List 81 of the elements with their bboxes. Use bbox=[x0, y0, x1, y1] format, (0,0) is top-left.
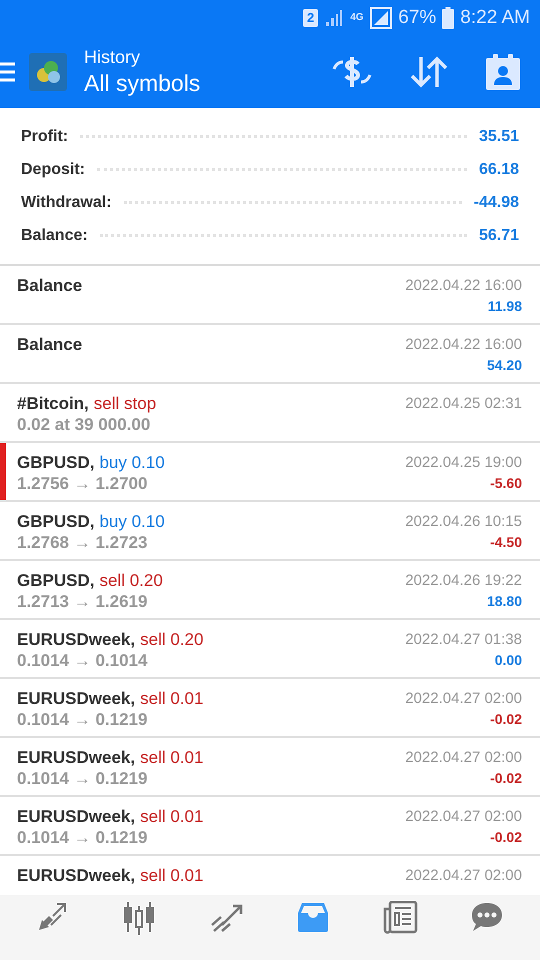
history-row[interactable]: GBPUSD, sell 0.20 1.2713 → 1.2619 2022.04.26 19:22 18.80 bbox=[0, 561, 540, 620]
history-row[interactable]: GBPUSD, buy 0.10 1.2756 → 1.2700 2022.04.25 19:00 -5.60 bbox=[0, 443, 540, 502]
history-row[interactable]: Balance 2022.04.22 16:00 54.20 bbox=[0, 325, 540, 384]
trade-details: 0.1014 → 0.1219 bbox=[17, 710, 148, 730]
summary-value: 56.71 bbox=[478, 226, 519, 246]
currency-exchange-icon[interactable] bbox=[332, 55, 372, 89]
summary-value: 66.18 bbox=[478, 160, 519, 180]
symbol-label: #Bitcoin, bbox=[17, 394, 89, 414]
trade-action: sell 0.01 bbox=[140, 689, 204, 709]
clock: 8:22 AM bbox=[460, 6, 530, 30]
trade-action: sell stop bbox=[94, 394, 156, 414]
history-row[interactable]: EURUSDweek, sell 0.20 0.1014 → 0.1014 2022.04.27 01:38 0.00 bbox=[0, 620, 540, 679]
symbol-label: EURUSDweek, bbox=[17, 748, 136, 768]
summary-value: -44.98 bbox=[474, 192, 519, 212]
timestamp: 2022.04.27 01:38 bbox=[405, 630, 522, 650]
profit-amount: -5.60 bbox=[490, 474, 522, 493]
timestamp: 2022.04.26 10:15 bbox=[405, 512, 522, 532]
summary-label: Deposit: bbox=[21, 160, 85, 180]
trade-details: 1.2713 → 1.2619 bbox=[17, 592, 148, 612]
trade-action: sell 0.20 bbox=[140, 630, 204, 650]
menu-icon[interactable] bbox=[0, 61, 16, 83]
screen-title: All symbols bbox=[84, 68, 200, 98]
timestamp: 2022.04.22 16:00 bbox=[405, 335, 522, 355]
summary-label: Withdrawal: bbox=[21, 192, 112, 212]
timestamp: 2022.04.25 02:31 bbox=[405, 394, 522, 414]
symbol-label: GBPUSD, bbox=[17, 453, 94, 473]
signal-icon bbox=[324, 9, 344, 27]
profit-amount: -0.02 bbox=[490, 828, 522, 847]
trade-details: 0.1014 → 0.1219 bbox=[17, 828, 148, 848]
symbol-label: Balance bbox=[17, 335, 82, 355]
symbol-label: Balance bbox=[17, 276, 82, 296]
profit-amount: -0.02 bbox=[490, 769, 522, 788]
trade-details: 0.1014 → 0.1014 bbox=[17, 651, 148, 671]
history-row[interactable]: EURUSDweek, sell 0.01 0.1014 → 0.1219 2022.04.27 02:00 -0.02 bbox=[0, 797, 540, 856]
timestamp: 2022.04.27 02:00 bbox=[405, 748, 522, 768]
newspaper-icon[interactable] bbox=[382, 901, 418, 935]
profit-amount: 54.20 bbox=[486, 356, 522, 375]
trade-details: 0.02 at 39 000.00 bbox=[17, 415, 152, 435]
app-logo-icon bbox=[29, 53, 67, 91]
profit-amount: -4.50 bbox=[490, 533, 522, 552]
trade-action: sell 0.01 bbox=[140, 866, 204, 886]
summary-value: 35.51 bbox=[478, 126, 519, 146]
trade-action: buy 0.10 bbox=[99, 453, 165, 473]
profit-amount: -0.02 bbox=[490, 710, 522, 729]
calendar-person-icon[interactable] bbox=[486, 54, 520, 90]
trade-action: buy 0.10 bbox=[99, 512, 165, 532]
battery-icon bbox=[442, 7, 454, 29]
sim-badge: 2 bbox=[303, 9, 318, 27]
symbol-label: EURUSDweek, bbox=[17, 689, 136, 709]
timestamp: 2022.04.26 19:22 bbox=[405, 571, 522, 591]
timestamp: 2022.04.27 02:00 bbox=[405, 807, 522, 827]
symbol-label: EURUSDweek, bbox=[17, 630, 136, 650]
trade-details: 1.2756 → 1.2700 bbox=[17, 474, 148, 494]
trade-details: 0.1014 → 0.1219 bbox=[17, 769, 148, 789]
profit-amount: 18.80 bbox=[486, 592, 522, 611]
network-label: 4G bbox=[350, 13, 364, 23]
sort-icon[interactable] bbox=[410, 55, 448, 89]
timestamp: 2022.04.22 16:00 bbox=[405, 276, 522, 296]
trade-action: sell 0.01 bbox=[140, 807, 204, 827]
timestamp: 2022.04.27 02:00 bbox=[405, 866, 522, 886]
summary-label: Balance: bbox=[21, 226, 88, 246]
history-row[interactable]: GBPUSD, buy 0.10 1.2768 → 1.2723 2022.04.26 10:15 -4.50 bbox=[0, 502, 540, 561]
summary-label: Profit: bbox=[21, 126, 68, 146]
history-row[interactable]: EURUSDweek, sell 0.01 0.1014 → 0.1219 2022.04.27 02:00 -0.02 bbox=[0, 679, 540, 738]
battery-percent: 67% bbox=[398, 6, 436, 30]
history-row[interactable]: Balance 2022.04.22 16:00 11.98 bbox=[0, 266, 540, 325]
timestamp: 2022.04.27 02:00 bbox=[405, 689, 522, 709]
trade-action: sell 0.20 bbox=[99, 571, 163, 591]
symbol-label: GBPUSD, bbox=[17, 571, 94, 591]
screen-subtitle: History bbox=[84, 46, 142, 69]
signal-icon bbox=[370, 7, 392, 29]
symbol-label: GBPUSD, bbox=[17, 512, 94, 532]
history-row[interactable]: #Bitcoin, sell stop 0.02 at 39 000.00 2022.04.25 02:31 bbox=[0, 384, 540, 443]
symbol-label: EURUSDweek, bbox=[17, 807, 136, 827]
timestamp: 2022.04.25 19:00 bbox=[405, 453, 522, 473]
trade-details: 1.2768 → 1.2723 bbox=[17, 533, 148, 553]
profit-amount: 11.98 bbox=[488, 297, 522, 316]
trade-action: sell 0.01 bbox=[140, 748, 204, 768]
history-row[interactable]: EURUSDweek, sell 0.01 0.1014 → 0.1219 2022.04.27 02:00 -0.02 bbox=[0, 738, 540, 797]
symbol-label: EURUSDweek, bbox=[17, 866, 136, 886]
profit-amount: 0.00 bbox=[494, 651, 522, 670]
